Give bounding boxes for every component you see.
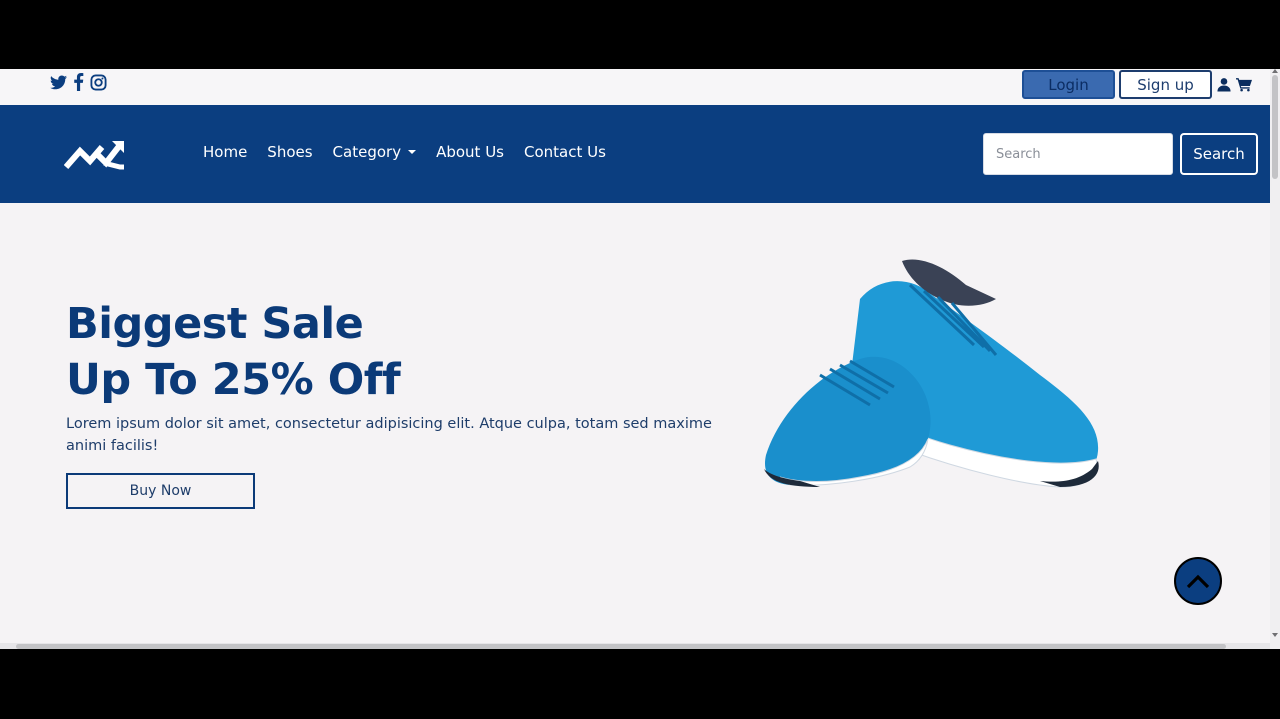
browser-viewport: Login Sign up Home Shoes Category About …: [0, 69, 1280, 649]
search-input[interactable]: [983, 133, 1173, 175]
nav-about-label: About Us: [436, 143, 504, 161]
nav-about-us[interactable]: About Us: [436, 143, 504, 161]
auth-controls: Login Sign up: [1022, 70, 1252, 99]
nav-shoes-label: Shoes: [267, 143, 313, 161]
hero-title-line2: Up To 25% Off: [66, 355, 401, 405]
buy-now-button[interactable]: Buy Now: [66, 473, 255, 509]
hero-description: Lorem ipsum dolor sit amet, consectetur …: [66, 416, 712, 454]
facebook-icon[interactable]: [70, 73, 87, 91]
twitter-icon[interactable]: [50, 73, 67, 91]
scroll-up-arrow-icon[interactable]: [1272, 69, 1278, 73]
brand-logo[interactable]: [63, 137, 126, 171]
nav-shoes[interactable]: Shoes: [267, 143, 312, 161]
user-icon[interactable]: [1216, 76, 1232, 94]
vertical-scrollbar[interactable]: [1270, 69, 1280, 649]
nav-home[interactable]: Home: [203, 143, 247, 161]
login-button[interactable]: Login: [1022, 70, 1115, 99]
social-links: [50, 73, 107, 91]
horizontal-scroll-thumb[interactable]: [16, 644, 1226, 649]
horizontal-scrollbar[interactable]: [0, 643, 1270, 649]
hero-title: Biggest Sale Up To 25% Off: [66, 296, 401, 408]
chevron-up-icon: [1186, 574, 1210, 589]
nav-home-label: Home: [203, 143, 248, 161]
top-utility-bar: Login Sign up: [0, 69, 1270, 105]
hero-title-line1: Biggest Sale: [66, 299, 364, 349]
nav-category-dropdown[interactable]: Category: [333, 143, 417, 161]
nav-contact-label: Contact Us: [524, 143, 606, 161]
nav-contact-us[interactable]: Contact Us: [524, 143, 606, 161]
instagram-icon[interactable]: [90, 73, 107, 91]
hero-shoe-image: [760, 255, 1105, 495]
scroll-down-arrow-icon[interactable]: [1272, 633, 1278, 637]
main-navbar: Home Shoes Category About Us Contact Us …: [0, 105, 1270, 203]
caret-down-icon: [408, 150, 417, 154]
nav-category-label: Category: [332, 143, 402, 161]
primary-nav: Home Shoes Category About Us Contact Us: [203, 143, 606, 161]
vertical-scroll-thumb[interactable]: [1272, 75, 1278, 179]
search-button[interactable]: Search: [1180, 133, 1258, 175]
signup-button[interactable]: Sign up: [1119, 70, 1212, 99]
cart-icon[interactable]: [1236, 76, 1252, 94]
scroll-to-top-button[interactable]: [1174, 557, 1222, 605]
